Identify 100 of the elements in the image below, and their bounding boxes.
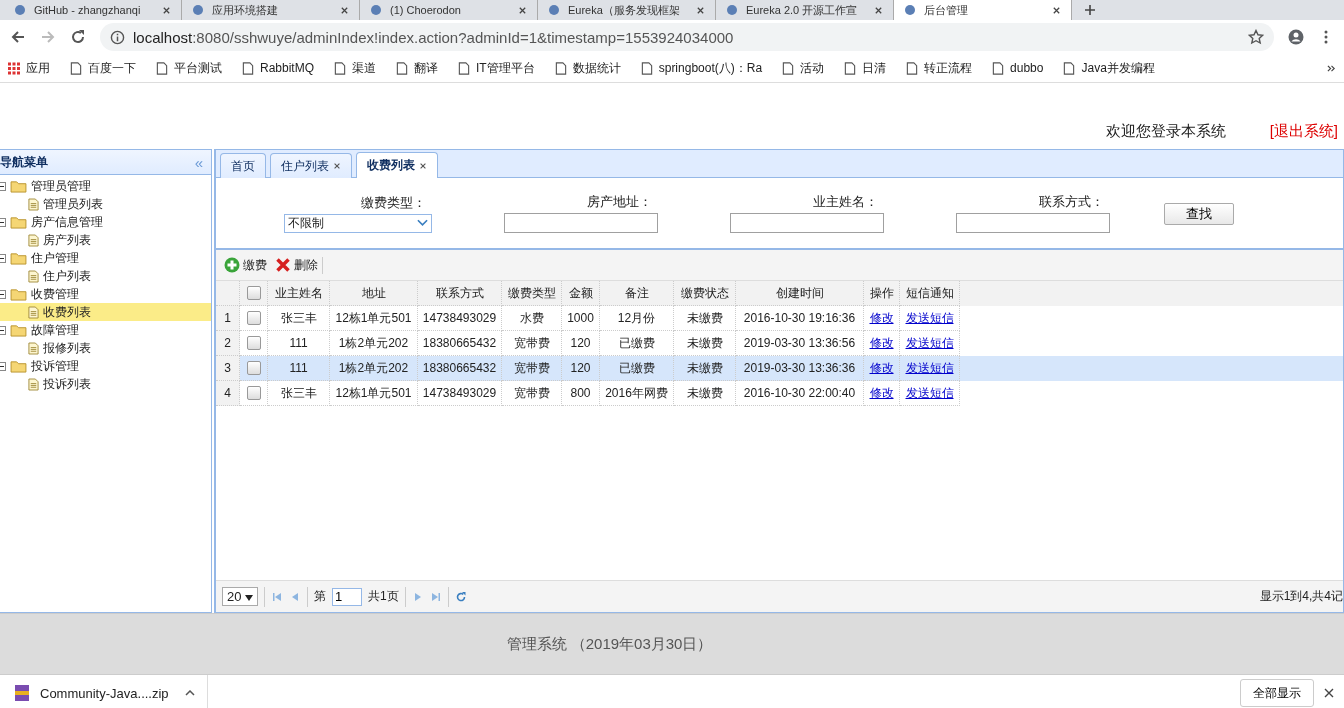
input-field[interactable] [956,213,1110,233]
input-field[interactable] [730,213,884,233]
column-header[interactable]: 创建时间 [736,281,864,306]
new-tab-icon[interactable] [1084,4,1096,16]
bookmark-label: 渠道 [352,59,377,77]
star-icon[interactable] [1248,29,1264,45]
minus-icon[interactable] [0,289,6,299]
tree-item[interactable]: 收费列表 [0,303,211,321]
bookmark[interactable]: 日清 [844,59,887,77]
close-icon[interactable] [1052,5,1061,15]
column-header[interactable]: 业主姓名 [268,281,330,306]
refresh-icon[interactable] [454,590,467,603]
column-header[interactable]: 备注 [600,281,674,306]
bookmark[interactable]: 百度一下 [70,59,136,77]
tab[interactable]: 住户列表 [270,153,352,178]
tab-title: (1) Choerodon [390,2,462,18]
bookmark[interactable]: 活动 [782,59,825,77]
edit-link[interactable]: 修改 [869,359,894,377]
bookmark[interactable]: RabbitMQ [242,61,315,75]
search-button[interactable]: 查找 [1164,203,1234,225]
tree-item[interactable]: 房产列表 [0,231,211,249]
bookmark[interactable]: Java并发编程 [1063,59,1155,77]
type-select[interactable]: 不限制 [284,213,432,233]
tree-folder[interactable]: 故障管理 [0,321,211,339]
close-icon[interactable] [874,5,883,15]
download-file[interactable]: Community-Java....zip [40,685,169,701]
column-header[interactable]: 缴费状态 [674,281,736,306]
minus-icon[interactable] [0,181,6,191]
tree-folder[interactable]: 房产信息管理 [0,213,211,231]
tree-item[interactable]: 投诉列表 [0,375,211,393]
bookmark[interactable]: 渠道 [334,59,377,77]
address-bar[interactable]: localhost:8080/sshwuye/adminIndex!index.action?adminId=1&timestamp=1553924034000 [100,23,1274,51]
close-icon[interactable] [333,162,341,170]
close-icon[interactable] [518,5,527,15]
table-cell: 2016-10-30 22:00:40 [736,381,864,406]
close-icon[interactable] [696,5,705,15]
send-sms-link[interactable]: 发送短信 [905,309,954,327]
bookmark[interactable]: 转正流程 [906,59,973,77]
table-cell: 12栋1单元501 [330,306,418,331]
chevron-icon[interactable] [1327,63,1336,73]
edit-link[interactable]: 修改 [869,334,894,352]
tree-folder[interactable]: 收费管理 [0,285,211,303]
send-sms-link[interactable]: 发送短信 [905,384,954,402]
tree-item[interactable]: 管理员列表 [0,195,211,213]
input-field[interactable] [504,213,658,233]
tree-folder[interactable]: 住户管理 [0,249,211,267]
row-checkbox[interactable] [246,386,261,400]
account-icon[interactable] [1288,29,1304,45]
column-header[interactable]: 联系方式 [418,281,502,306]
column-header[interactable]: 地址 [330,281,418,306]
row-number: 2 [216,331,240,356]
close-icon[interactable] [340,5,349,15]
tree-item[interactable]: 住户列表 [0,267,211,285]
row-checkbox[interactable] [246,311,261,325]
browser-tab[interactable]: 后台管理 [894,0,1072,20]
column-header[interactable]: 操作 [864,281,900,306]
show-all-button[interactable]: 全部显示 [1240,679,1314,707]
back-icon[interactable] [10,29,26,45]
row-checkbox[interactable] [246,361,261,375]
tree-item[interactable]: 报修列表 [0,339,211,357]
tab[interactable]: 首页 [220,153,266,178]
edit-link[interactable]: 修改 [869,384,894,402]
bookmark[interactable]: 翻译 [396,59,439,77]
caret-icon[interactable] [184,690,195,696]
page-size-select[interactable]: 20 [222,587,259,606]
close-icon[interactable] [419,161,427,170]
toolbar-label: 删除 [294,256,318,274]
field-label: 缴费类型： [361,193,427,212]
page-input[interactable]: 1 [332,587,363,606]
folder-icon [10,359,27,373]
send-sms-link[interactable]: 发送短信 [905,359,954,377]
close-icon[interactable] [1324,688,1334,698]
bookmark[interactable]: 应用 [8,59,50,77]
select-all-checkbox[interactable] [246,286,261,300]
logout-link[interactable]: [退出系统] [1269,122,1338,141]
minus-icon[interactable] [0,217,6,227]
send-sms-link[interactable]: 发送短信 [905,334,954,352]
bookmark[interactable]: dubbo [992,61,1044,75]
dropdown-icon[interactable] [245,595,254,601]
column-header[interactable]: 缴费类型 [502,281,562,306]
edit-link[interactable]: 修改 [869,309,894,327]
minus-icon[interactable] [0,253,6,263]
column-header[interactable]: 金额 [562,281,600,306]
toolbar-button[interactable]: 删除 [275,256,323,274]
tab[interactable]: 收费列表 [356,152,438,178]
column-header[interactable]: 短信通知 [900,281,960,306]
bookmark[interactable]: 平台测试 [156,59,222,77]
tree-label: 收费管理 [31,285,79,303]
row-checkbox[interactable] [246,336,261,350]
toolbar-button[interactable]: 缴费 [224,256,271,274]
close-icon[interactable] [162,5,171,15]
table-cell: 14738493029 [418,306,502,331]
minus-icon[interactable] [0,361,6,371]
minus-icon[interactable] [0,325,6,335]
table-cell: 水费 [502,306,562,331]
tree-folder[interactable]: 管理员管理 [0,177,211,195]
bookmark[interactable]: IT管理平台 [458,59,535,77]
bookmark[interactable]: 数据统计 [554,59,621,77]
tree-folder[interactable]: 投诉管理 [0,357,211,375]
reload-icon[interactable] [70,29,86,45]
